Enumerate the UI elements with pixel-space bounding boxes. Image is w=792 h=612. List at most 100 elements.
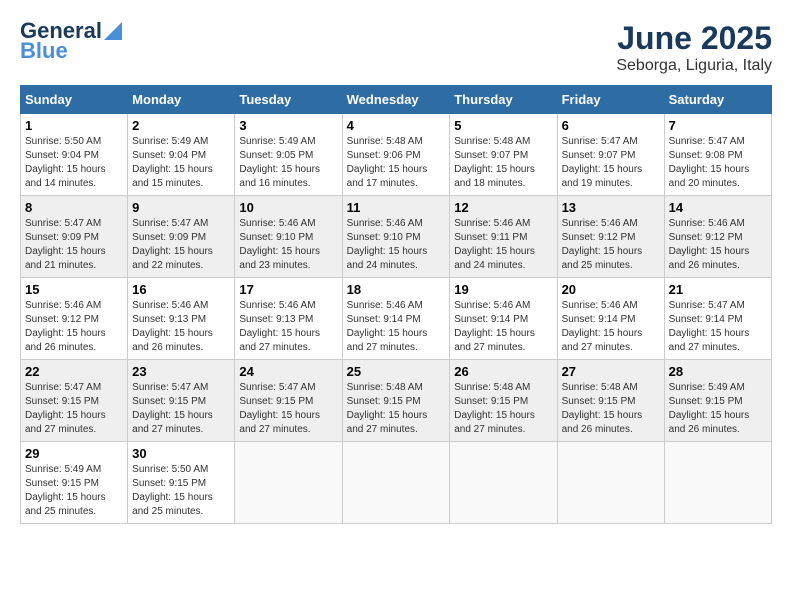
month-title: June 2025 [616,20,772,57]
day-info: Sunrise: 5:46 AM Sunset: 9:14 PM Dayligh… [562,299,660,355]
calendar-cell: 15 Sunrise: 5:46 AM Sunset: 9:12 PM Dayl… [21,278,128,360]
sunrise: Sunrise: 5:47 AM [25,382,101,393]
calendar-cell: 13 Sunrise: 5:46 AM Sunset: 9:12 PM Dayl… [557,196,664,278]
calendar-cell: 2 Sunrise: 5:49 AM Sunset: 9:04 PM Dayli… [128,114,235,196]
calendar-cell: 6 Sunrise: 5:47 AM Sunset: 9:07 PM Dayli… [557,114,664,196]
calendar-cell: 24 Sunrise: 5:47 AM Sunset: 9:15 PM Dayl… [235,360,342,442]
sunrise: Sunrise: 5:48 AM [347,136,423,147]
header-friday: Friday [557,86,664,114]
sunset: Sunset: 9:09 PM [132,232,206,243]
day-number: 11 [347,200,446,215]
calendar-cell: 23 Sunrise: 5:47 AM Sunset: 9:15 PM Dayl… [128,360,235,442]
daylight: Daylight: 15 hours and 25 minutes. [562,246,643,271]
daylight: Daylight: 15 hours and 27 minutes. [347,410,428,435]
calendar-cell: 3 Sunrise: 5:49 AM Sunset: 9:05 PM Dayli… [235,114,342,196]
day-info: Sunrise: 5:46 AM Sunset: 9:12 PM Dayligh… [25,299,123,355]
weekday-header-row: Sunday Monday Tuesday Wednesday Thursday… [21,86,772,114]
day-info: Sunrise: 5:48 AM Sunset: 9:15 PM Dayligh… [347,381,446,437]
sunrise: Sunrise: 5:49 AM [132,136,208,147]
sunrise: Sunrise: 5:50 AM [132,464,208,475]
sunset: Sunset: 9:07 PM [454,150,528,161]
day-number: 7 [669,118,767,133]
day-info: Sunrise: 5:46 AM Sunset: 9:10 PM Dayligh… [239,217,337,273]
day-number: 17 [239,282,337,297]
sunrise: Sunrise: 5:47 AM [239,382,315,393]
sunrise: Sunrise: 5:46 AM [132,300,208,311]
sunrise: Sunrise: 5:49 AM [669,382,745,393]
daylight: Daylight: 15 hours and 26 minutes. [132,328,213,353]
day-info: Sunrise: 5:48 AM Sunset: 9:06 PM Dayligh… [347,135,446,191]
header: General Blue June 2025 Seborga, Liguria,… [20,20,772,75]
logo-blue: Blue [20,38,68,63]
sunrise: Sunrise: 5:48 AM [454,136,530,147]
sunrise: Sunrise: 5:47 AM [669,136,745,147]
daylight: Daylight: 15 hours and 27 minutes. [347,328,428,353]
daylight: Daylight: 15 hours and 20 minutes. [669,164,750,189]
calendar-cell: 4 Sunrise: 5:48 AM Sunset: 9:06 PM Dayli… [342,114,450,196]
sunrise: Sunrise: 5:46 AM [454,218,530,229]
calendar-cell: 10 Sunrise: 5:46 AM Sunset: 9:10 PM Dayl… [235,196,342,278]
daylight: Daylight: 15 hours and 24 minutes. [454,246,535,271]
day-info: Sunrise: 5:47 AM Sunset: 9:07 PM Dayligh… [562,135,660,191]
calendar-cell: 8 Sunrise: 5:47 AM Sunset: 9:09 PM Dayli… [21,196,128,278]
daylight: Daylight: 15 hours and 27 minutes. [454,410,535,435]
day-number: 29 [25,446,123,461]
sunrise: Sunrise: 5:47 AM [25,218,101,229]
sunset: Sunset: 9:11 PM [454,232,527,243]
sunrise: Sunrise: 5:48 AM [562,382,638,393]
sunrise: Sunrise: 5:46 AM [239,300,315,311]
sunrise: Sunrise: 5:46 AM [347,218,423,229]
day-info: Sunrise: 5:49 AM Sunset: 9:04 PM Dayligh… [132,135,230,191]
day-number: 1 [25,118,123,133]
day-number: 5 [454,118,552,133]
sunset: Sunset: 9:14 PM [347,314,421,325]
calendar-cell [557,442,664,524]
daylight: Daylight: 15 hours and 25 minutes. [25,492,106,517]
header-monday: Monday [128,86,235,114]
calendar-cell: 22 Sunrise: 5:47 AM Sunset: 9:15 PM Dayl… [21,360,128,442]
sunrise: Sunrise: 5:46 AM [347,300,423,311]
header-saturday: Saturday [664,86,771,114]
sunrise: Sunrise: 5:46 AM [669,218,745,229]
day-info: Sunrise: 5:49 AM Sunset: 9:15 PM Dayligh… [669,381,767,437]
day-info: Sunrise: 5:47 AM Sunset: 9:15 PM Dayligh… [239,381,337,437]
day-info: Sunrise: 5:46 AM Sunset: 9:14 PM Dayligh… [454,299,552,355]
sunset: Sunset: 9:04 PM [132,150,206,161]
day-number: 14 [669,200,767,215]
day-number: 4 [347,118,446,133]
calendar-cell: 21 Sunrise: 5:47 AM Sunset: 9:14 PM Dayl… [664,278,771,360]
day-info: Sunrise: 5:47 AM Sunset: 9:09 PM Dayligh… [25,217,123,273]
daylight: Daylight: 15 hours and 23 minutes. [239,246,320,271]
calendar-cell: 29 Sunrise: 5:49 AM Sunset: 9:15 PM Dayl… [21,442,128,524]
daylight: Daylight: 15 hours and 25 minutes. [132,492,213,517]
header-thursday: Thursday [450,86,557,114]
daylight: Daylight: 15 hours and 15 minutes. [132,164,213,189]
sunrise: Sunrise: 5:46 AM [239,218,315,229]
logo-triangle-icon [104,22,122,40]
sunrise: Sunrise: 5:47 AM [132,218,208,229]
daylight: Daylight: 15 hours and 24 minutes. [347,246,428,271]
daylight: Daylight: 15 hours and 17 minutes. [347,164,428,189]
sunrise: Sunrise: 5:47 AM [562,136,638,147]
calendar-cell: 14 Sunrise: 5:46 AM Sunset: 9:12 PM Dayl… [664,196,771,278]
day-info: Sunrise: 5:50 AM Sunset: 9:15 PM Dayligh… [132,463,230,519]
day-info: Sunrise: 5:47 AM Sunset: 9:15 PM Dayligh… [132,381,230,437]
day-number: 13 [562,200,660,215]
calendar-cell: 25 Sunrise: 5:48 AM Sunset: 9:15 PM Dayl… [342,360,450,442]
calendar-cell: 19 Sunrise: 5:46 AM Sunset: 9:14 PM Dayl… [450,278,557,360]
sunset: Sunset: 9:15 PM [239,396,313,407]
title-area: June 2025 Seborga, Liguria, Italy [616,20,772,75]
daylight: Daylight: 15 hours and 27 minutes. [25,410,106,435]
calendar: Sunday Monday Tuesday Wednesday Thursday… [20,85,772,524]
sunset: Sunset: 9:06 PM [347,150,421,161]
calendar-cell: 11 Sunrise: 5:46 AM Sunset: 9:10 PM Dayl… [342,196,450,278]
sunset: Sunset: 9:15 PM [132,396,206,407]
calendar-cell: 28 Sunrise: 5:49 AM Sunset: 9:15 PM Dayl… [664,360,771,442]
calendar-cell: 16 Sunrise: 5:46 AM Sunset: 9:13 PM Dayl… [128,278,235,360]
sunrise: Sunrise: 5:49 AM [25,464,101,475]
sunrise: Sunrise: 5:47 AM [669,300,745,311]
day-number: 28 [669,364,767,379]
sunrise: Sunrise: 5:46 AM [25,300,101,311]
daylight: Daylight: 15 hours and 18 minutes. [454,164,535,189]
day-number: 3 [239,118,337,133]
